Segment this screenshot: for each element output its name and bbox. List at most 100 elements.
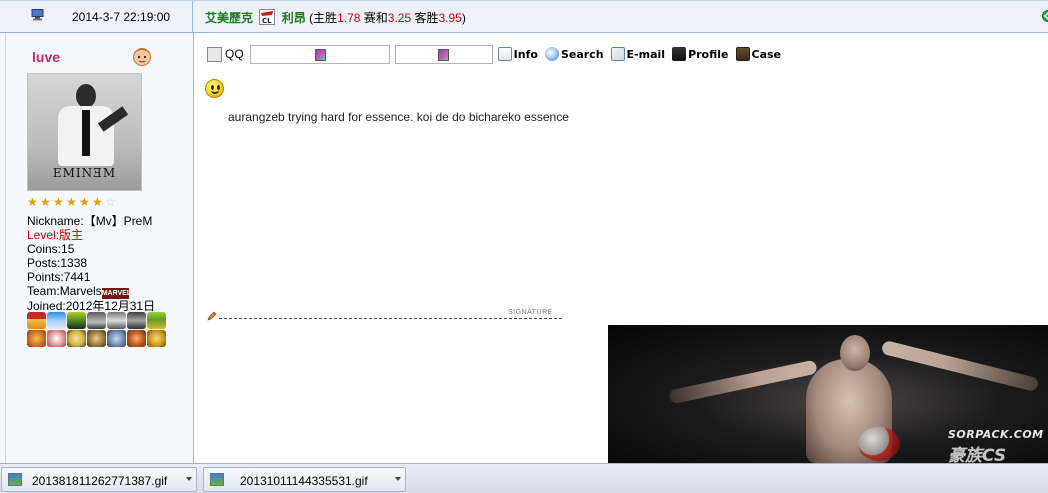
competition-logo-text: CL: [262, 17, 272, 25]
coins-label: Coins:: [27, 242, 62, 256]
email-icon: [610, 47, 625, 61]
medal-icon[interactable]: [147, 312, 166, 329]
medal-icon[interactable]: [67, 312, 86, 329]
medal-icon[interactable]: [47, 330, 66, 347]
download-item-1[interactable]: 201381811262771387.gif: [1, 467, 197, 492]
signature-image: SORPACK.COM 豪族CS: [608, 325, 1048, 463]
post-message: aurangzeb trying hard for essence. koi d…: [228, 110, 569, 124]
medal-icon[interactable]: [127, 330, 146, 347]
case-label: Case: [751, 47, 782, 61]
posts-label: Posts:: [27, 256, 61, 270]
email-button[interactable]: E-mail: [610, 47, 665, 61]
rank-star-icon: ☆: [105, 195, 116, 209]
level-label: Level:: [27, 228, 60, 242]
sig-figure-right-arm: [880, 339, 1040, 393]
qq-penguin-icon: [207, 46, 222, 62]
medal-icon[interactable]: [27, 330, 46, 347]
download-item-2[interactable]: 20131011144335531.gif: [203, 467, 406, 492]
draw-odds: 3.25: [387, 11, 412, 25]
team-link[interactable]: Marvels: [60, 284, 102, 298]
user-rank-stars: ★ ★ ★ ★ ★ ★ ☆: [27, 196, 117, 208]
medal-icon[interactable]: [147, 330, 166, 347]
qq-status-box-1[interactable]: [249, 44, 390, 64]
user-medals: [27, 312, 169, 348]
post-header-left: 2014-3-7 22:19:00: [0, 1, 193, 33]
sig-figure-left-arm: [668, 359, 818, 405]
search-label: Search: [560, 47, 604, 61]
qq-status-icon: [314, 48, 326, 61]
points-value: 7441: [63, 270, 91, 284]
medal-icon[interactable]: [27, 312, 46, 329]
image-file-icon: [8, 473, 22, 486]
medal-icon[interactable]: [67, 330, 86, 347]
qq-status-icon: [437, 48, 449, 61]
coins-row: Coins:15: [27, 242, 155, 256]
sig-figure-head: [840, 335, 870, 371]
avatar-figure-tie: [82, 110, 90, 156]
info-label: Info: [513, 47, 538, 61]
pencil-icon: [207, 311, 217, 321]
qq-label: QQ: [225, 47, 244, 61]
rank-star-icon: ★: [92, 195, 103, 209]
away-team-link[interactable]: 利昂: [282, 11, 306, 25]
home-win-odds: 1.78: [337, 11, 361, 25]
joined-label: Joined:: [27, 299, 66, 313]
post-header: 2014-3-7 22:19:00 艾美歷克 CL 利昂 (主胜1.78 赛和3…: [0, 0, 1048, 33]
rank-star-icon: ★: [40, 195, 51, 209]
medal-icon[interactable]: [127, 312, 146, 329]
download-filename: 201381811262771387.gif: [32, 474, 168, 488]
rank-star-icon: ★: [79, 195, 90, 209]
coins-value: 15: [61, 242, 75, 256]
smiley-mouth: [211, 90, 219, 94]
home-win-label: (主胜: [309, 11, 338, 25]
download-bar: 201381811262771387.gif 20131011144335531…: [0, 463, 1048, 493]
close-paren: ): [461, 11, 466, 25]
case-icon: [735, 47, 750, 61]
search-button[interactable]: Search: [544, 47, 604, 61]
joined-value: 2012年12月31日: [65, 299, 156, 313]
post-body: QQ Info Search E-mail Profile Case auran…: [194, 33, 1048, 463]
sidebar-divider: [5, 33, 6, 463]
qq-status-box-2[interactable]: [394, 44, 493, 64]
medal-icon[interactable]: [87, 312, 106, 329]
champions-league-icon: CL: [259, 9, 276, 25]
match-odds-line: 艾美歷克 CL 利昂 (主胜1.78 赛和3.25 客胜3.95): [205, 9, 466, 26]
watermark-brand: 豪族CS: [948, 446, 1007, 463]
info-button[interactable]: Info: [497, 47, 538, 61]
profile-button[interactable]: Profile: [672, 47, 729, 61]
case-button[interactable]: Case: [735, 47, 782, 61]
level-row: Level:版主: [27, 228, 155, 242]
post-date: 2014-3-7 22:19:00: [72, 10, 171, 24]
collapse-arrow-icon[interactable]: [1040, 10, 1048, 22]
nickname-label: Nickname:: [27, 214, 84, 228]
search-icon: [544, 47, 559, 61]
avatar-figure-head: [76, 84, 96, 108]
user-face-icon: [133, 48, 151, 66]
joined-row: Joined:2012年12月31日: [27, 299, 155, 313]
medal-icon[interactable]: [47, 312, 66, 329]
computer-icon: [31, 9, 44, 21]
marvel-team-badge[interactable]: MARVEL: [101, 288, 131, 299]
user-toolbar: QQ Info Search E-mail Profile Case: [207, 42, 788, 66]
team-label: Team:: [27, 284, 60, 298]
rank-star-icon: ★: [27, 195, 38, 209]
away-win-label: 客胜: [414, 11, 439, 25]
home-team-link[interactable]: 艾美歷克: [205, 11, 253, 25]
chevron-down-icon[interactable]: [395, 477, 401, 481]
medal-icon[interactable]: [107, 330, 126, 347]
image-file-icon: [210, 473, 224, 486]
medal-icon[interactable]: [87, 330, 106, 347]
posts-row: Posts:1338: [27, 256, 155, 270]
user-profile-info: Nickname:【Mv】PreM Level:版主 Coins:15 Post…: [27, 214, 155, 313]
medal-icon[interactable]: [107, 312, 126, 329]
nickname-row: Nickname:【Mv】PreM: [27, 214, 155, 228]
profile-icon: [672, 47, 687, 61]
level-value: 版主: [59, 228, 84, 242]
info-icon: [497, 47, 512, 61]
username-link[interactable]: luve: [32, 49, 60, 65]
user-avatar[interactable]: EMINƎM: [27, 73, 142, 191]
chevron-down-icon[interactable]: [186, 477, 192, 481]
profile-label: Profile: [688, 47, 729, 61]
posts-value: 1338: [60, 256, 88, 270]
sorpack-logo-icon: [858, 427, 900, 461]
